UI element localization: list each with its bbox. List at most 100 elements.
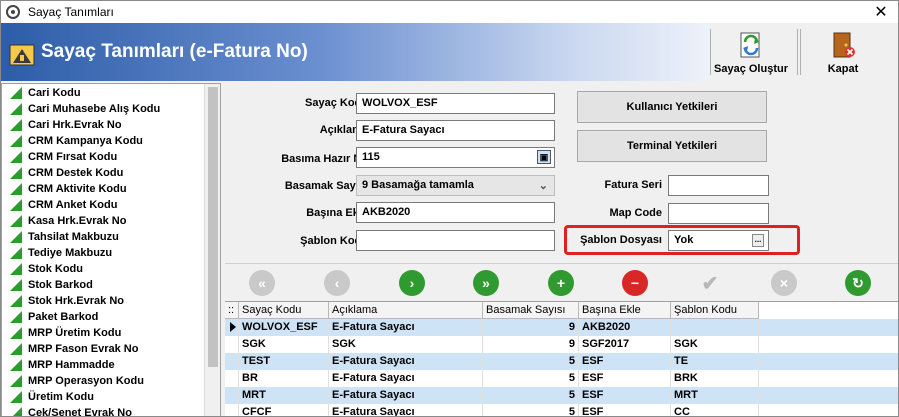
sidebar-item[interactable]: Tediye Makbuzu	[10, 245, 112, 261]
window-close-button[interactable]: ✕	[864, 1, 898, 23]
sidebar-item[interactable]: Kasa Hrk.Evrak No	[10, 213, 126, 229]
sidebar-item[interactable]: CRM Aktivite Kodu	[10, 181, 127, 197]
table-cell[interactable]: E-Fatura Sayacı	[329, 387, 483, 404]
table-cell[interactable]: ESF	[579, 353, 671, 370]
sidebar-item[interactable]: Stok Barkod	[10, 277, 93, 293]
scrollbar-thumb[interactable]	[208, 87, 218, 367]
sidebar-item[interactable]: MRP Üretim Kodu	[10, 325, 121, 341]
basima-hazir-value: 115	[362, 151, 380, 163]
table-cell[interactable]: E-Fatura Sayacı	[329, 404, 483, 416]
sidebar-item[interactable]: MRP Operasyon Kodu	[10, 373, 144, 389]
refresh-icon[interactable]: ↻	[845, 270, 871, 296]
table-row[interactable]: BR E-Fatura Sayacı 5 ESF BRK	[225, 370, 898, 387]
table-cell[interactable]: 9	[483, 319, 579, 336]
sidebar-item[interactable]: Paket Barkod	[10, 309, 98, 325]
table-cell[interactable]	[671, 319, 759, 336]
grid-header-basamak[interactable]: Basamak Sayısı	[483, 302, 579, 319]
table-cell[interactable]: ESF	[579, 404, 671, 416]
table-cell[interactable]: WOLVOX_ESF	[239, 319, 329, 336]
tree-node-icon	[10, 167, 22, 179]
map-code-input[interactable]	[668, 203, 769, 224]
kullanici-yetkileri-button[interactable]: Kullanıcı Yetkileri	[577, 91, 767, 123]
table-cell[interactable]: SGK	[671, 336, 759, 353]
table-cell[interactable]: E-Fatura Sayacı	[329, 353, 483, 370]
table-cell[interactable]: TE	[671, 353, 759, 370]
next-record-icon[interactable]: ›	[399, 270, 425, 296]
tree-node-icon	[10, 247, 22, 259]
table-cell[interactable]: BR	[239, 370, 329, 387]
table-cell[interactable]: E-Fatura Sayacı	[329, 319, 483, 336]
table-cell[interactable]: 5	[483, 404, 579, 416]
sidebar-item[interactable]: MRP Fason Evrak No	[10, 341, 138, 357]
grid-header-basina-ekle[interactable]: Başına Ekle	[579, 302, 671, 319]
table-cell[interactable]: CFCF	[239, 404, 329, 416]
sidebar-item[interactable]: CRM Anket Kodu	[10, 197, 117, 213]
basima-hazir-input[interactable]: 115 ▣	[356, 147, 555, 168]
sayac-kodu-input[interactable]: WOLVOX_ESF	[356, 93, 555, 114]
table-row[interactable]: CFCF E-Fatura Sayacı 5 ESF CC	[225, 404, 898, 416]
tree-node-icon	[10, 407, 22, 416]
grid-header-sayac-kodu[interactable]: Sayaç Kodu	[239, 302, 329, 319]
table-row[interactable]: WOLVOX_ESF E-Fatura Sayacı 9 AKB2020	[225, 319, 898, 336]
sidebar-item[interactable]: Cari Hrk.Evrak No	[10, 117, 122, 133]
basamak-select[interactable]: 9 Basamağa tamamla ⌄	[356, 175, 555, 196]
grid-header-aciklama[interactable]: Açıklama	[329, 302, 483, 319]
row-indicator	[225, 387, 239, 404]
sidebar-item[interactable]: Çek/Senet Evrak No	[10, 405, 132, 416]
table-cell[interactable]: TEST	[239, 353, 329, 370]
sablon-kodu-input[interactable]	[356, 230, 555, 251]
tree-node-icon	[10, 87, 22, 99]
table-cell[interactable]: ESF	[579, 387, 671, 404]
table-cell[interactable]: MRT	[239, 387, 329, 404]
sidebar-item[interactable]: MRP Hammadde	[10, 357, 115, 373]
table-cell[interactable]: ESF	[579, 370, 671, 387]
sidebar-item[interactable]: CRM Fırsat Kodu	[10, 149, 117, 165]
table-cell[interactable]: AKB2020	[579, 319, 671, 336]
picker-icon[interactable]: ▣	[537, 150, 551, 164]
delete-record-icon[interactable]: −	[622, 270, 648, 296]
table-cell[interactable]: 5	[483, 370, 579, 387]
grid-header-sablon-kodu[interactable]: Şablon Kodu	[671, 302, 759, 319]
fatura-seri-input[interactable]	[668, 175, 769, 196]
sayac-olustur-button[interactable]: Sayaç Oluştur	[710, 25, 792, 79]
sablon-dosyasi-highlight	[564, 225, 800, 255]
sidebar-item[interactable]: Stok Hrk.Evrak No	[10, 293, 124, 309]
tree-node-icon	[10, 375, 22, 387]
sidebar-item[interactable]: Cari Muhasebe Alış Kodu	[10, 101, 160, 117]
row-indicator	[225, 319, 239, 336]
tree-node-icon	[10, 135, 22, 147]
page-title: Sayaç Tanımları (e-Fatura No)	[41, 41, 308, 62]
sidebar-item[interactable]: Cari Kodu	[10, 85, 81, 101]
add-record-icon[interactable]: +	[548, 270, 574, 296]
sidebar-item[interactable]: Üretim Kodu	[10, 389, 94, 405]
sidebar-item[interactable]: CRM Kampanya Kodu	[10, 133, 143, 149]
table-cell[interactable]: 5	[483, 353, 579, 370]
first-record-icon[interactable]: «	[249, 270, 275, 296]
table-cell[interactable]: MRT	[671, 387, 759, 404]
table-cell[interactable]: 9	[483, 336, 579, 353]
aciklama-input[interactable]: E-Fatura Sayacı	[356, 120, 555, 141]
table-row[interactable]: MRT E-Fatura Sayacı 5 ESF MRT	[225, 387, 898, 404]
table-cell[interactable]: CC	[671, 404, 759, 416]
toolbar: Sayaç Oluştur Kapat	[710, 23, 898, 81]
cancel-record-icon[interactable]: ×	[771, 270, 797, 296]
last-record-icon[interactable]: »	[473, 270, 499, 296]
table-cell[interactable]: SGF2017	[579, 336, 671, 353]
table-row[interactable]: TEST E-Fatura Sayacı 5 ESF TE	[225, 353, 898, 370]
table-cell[interactable]: 5	[483, 387, 579, 404]
post-record-icon[interactable]: ✔	[697, 270, 723, 296]
tree-node-icon	[10, 391, 22, 403]
sidebar-item[interactable]: CRM Destek Kodu	[10, 165, 123, 181]
table-cell[interactable]: SGK	[329, 336, 483, 353]
table-cell[interactable]: E-Fatura Sayacı	[329, 370, 483, 387]
sidebar-item[interactable]: Stok Kodu	[10, 261, 83, 277]
kapat-button[interactable]: Kapat	[802, 25, 884, 79]
table-cell[interactable]: BRK	[671, 370, 759, 387]
table-cell[interactable]: SGK	[239, 336, 329, 353]
basina-ekle-input[interactable]: AKB2020	[356, 202, 555, 223]
table-row[interactable]: SGK SGK 9 SGF2017 SGK	[225, 336, 898, 353]
terminal-yetkileri-button[interactable]: Terminal Yetkileri	[577, 130, 767, 162]
prior-record-icon[interactable]: ‹	[324, 270, 350, 296]
sidebar-item[interactable]: Tahsilat Makbuzu	[10, 229, 119, 245]
list-scrollbar[interactable]	[204, 84, 220, 416]
